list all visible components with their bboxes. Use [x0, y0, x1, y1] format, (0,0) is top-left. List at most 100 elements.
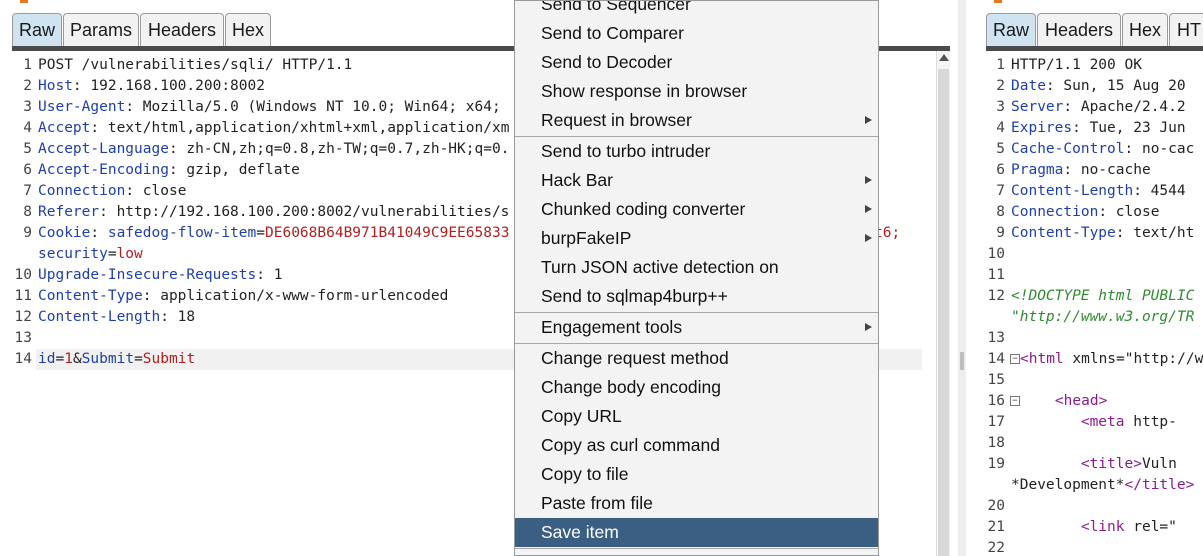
menu-item-save-entire-history[interactable]: Save entire history: [515, 549, 878, 555]
line-code: Cookie: safedog-flow-item=DE6068B64B971B…: [38, 223, 509, 244]
menu-item-save-item[interactable]: Save item: [515, 518, 878, 547]
line-number: 13: [14, 330, 32, 346]
code-token: <html: [1020, 351, 1064, 367]
menu-item-label: Turn JSON active detection on: [541, 257, 779, 277]
menu-item-paste-from-file[interactable]: Paste from file: [515, 489, 878, 518]
code-token: : 18: [160, 309, 196, 325]
code-token: "http://www.w3.org/TR: [1011, 309, 1195, 325]
code-token: Connection: [1011, 204, 1099, 220]
menu-item-turn-json-active-detection-on[interactable]: Turn JSON active detection on: [515, 253, 878, 282]
tab-raw[interactable]: Raw: [986, 13, 1036, 47]
menu-item-copy-as-curl-command[interactable]: Copy as curl command: [515, 431, 878, 460]
tab-ht[interactable]: HT: [1169, 13, 1203, 47]
scrollbar-thumb[interactable]: [938, 69, 949, 556]
code-token: rel=": [1124, 519, 1177, 535]
line-number: 1: [996, 57, 1005, 73]
submenu-arrow-icon: [865, 234, 872, 242]
scroll-up-arrow-icon[interactable]: [939, 54, 949, 61]
line-code: <link rel=": [1011, 517, 1177, 538]
response-tab-bar: Raw Headers Hex HT: [986, 13, 1203, 47]
menu-item-label: Change request method: [541, 348, 729, 368]
code-line: 2 Date: Sun, 15 Aug 20: [983, 76, 1203, 97]
code-token: : text/ht: [1115, 225, 1195, 241]
menu-item-send-to-comparer[interactable]: Send to Comparer: [515, 19, 878, 48]
line-number: 17: [987, 414, 1005, 430]
line-code: Content-Length: 4544: [1011, 181, 1186, 202]
submenu-arrow-icon: [865, 176, 872, 184]
code-token: : zh-CN,zh;q=0.8,zh-TW;q=0.7,zh-HK;q=0.: [168, 141, 510, 157]
submenu-arrow-icon: [865, 323, 872, 331]
menu-item-show-response-in-browser[interactable]: Show response in browser: [515, 77, 878, 106]
line-number: 20: [987, 498, 1005, 514]
response-editor[interactable]: 1 HTTP/1.1 200 OK 2 Date: Sun, 15 Aug 20 3 Se…: [983, 51, 1203, 556]
code-token: <title>: [1080, 456, 1142, 472]
fold-toggle-icon[interactable]: −: [1010, 354, 1020, 364]
line-code: security=low: [38, 244, 143, 265]
menu-item-engagement-tools[interactable]: Engagement tools: [515, 313, 878, 342]
line-number: 8: [996, 204, 1005, 220]
menu-item-label: Save item: [541, 522, 619, 542]
tab-headers[interactable]: Headers: [1037, 13, 1121, 47]
menu-item-send-to-decoder[interactable]: Send to Decoder: [515, 48, 878, 77]
code-token: : http://192.168.100.200:8002/vulnerabil…: [99, 204, 510, 220]
tab-hex[interactable]: Hex: [225, 13, 271, 47]
code-token: Content-Length: [38, 309, 161, 325]
code-line: "http://www.w3.org/TR: [983, 307, 1203, 328]
menu-item-label: Paste from file: [541, 493, 653, 513]
line-number: 7: [23, 183, 32, 199]
line-code: Connection: close: [1011, 202, 1159, 223]
code-token: Accept-Language: [38, 141, 169, 157]
panel-splitter[interactable]: [958, 0, 966, 556]
code-token: Host: [38, 78, 73, 94]
line-number: 11: [987, 267, 1005, 283]
menu-item-label: Change body encoding: [541, 377, 722, 397]
menu-item-send-to-sequencer[interactable]: Send to Sequencer: [515, 1, 878, 19]
menu-item-request-in-browser[interactable]: Request in browser: [515, 106, 878, 135]
line-number: 21: [987, 519, 1005, 535]
line-code: Expires: Tue, 23 Jun: [1011, 118, 1186, 139]
code-token: Server: [1011, 99, 1064, 115]
menu-item-hack-bar[interactable]: Hack Bar: [515, 166, 878, 195]
tab-params[interactable]: Params: [63, 13, 139, 47]
code-token: =: [55, 351, 65, 367]
tab-headers[interactable]: Headers: [140, 13, 224, 47]
menu-item-send-to-turbo-intruder[interactable]: Send to turbo intruder: [515, 137, 878, 166]
menu-item-change-request-method[interactable]: Change request method: [515, 344, 878, 373]
line-number: 12: [14, 309, 32, 325]
menu-item-chunked-coding-converter[interactable]: Chunked coding converter: [515, 195, 878, 224]
line-number: 10: [14, 267, 32, 283]
menu-item-send-to-sqlmap4burp[interactable]: Send to sqlmap4burp++: [515, 282, 878, 311]
tab-hex[interactable]: Hex: [1122, 13, 1168, 47]
code-line: 15: [983, 370, 1203, 391]
line-code: Connection: close: [38, 181, 186, 202]
code-token: <head>: [1054, 393, 1108, 409]
menu-item-change-body-encoding[interactable]: Change body encoding: [515, 373, 878, 402]
code-token: Submit: [142, 351, 196, 367]
line-number: 10: [987, 246, 1005, 262]
fold-toggle-icon[interactable]: −: [1010, 396, 1020, 406]
code-line: 6 Pragma: no-cache: [983, 160, 1203, 181]
line-code: Content-Type: text/ht: [1011, 223, 1194, 244]
menu-item-copy-url[interactable]: Copy URL: [515, 402, 878, 431]
code-token: Pragma: [1011, 162, 1064, 178]
line-number: 14: [14, 351, 32, 367]
code-token: : 192.168.100.200:8002: [72, 78, 265, 94]
line-number: 4: [996, 120, 1005, 136]
code-token: *Development*: [1011, 477, 1125, 493]
menu-item-label: Copy to file: [541, 464, 629, 484]
menu-item-burpfakeip[interactable]: burpFakeIP: [515, 224, 878, 253]
line-number: 15: [987, 372, 1005, 388]
code-line: 16− <head>: [983, 391, 1203, 412]
menu-item-copy-to-file[interactable]: Copy to file: [515, 460, 878, 489]
tab-raw[interactable]: Raw: [12, 13, 62, 47]
request-scrollbar[interactable]: [936, 51, 950, 556]
code-line: 1 HTTP/1.1 200 OK: [983, 55, 1203, 76]
line-code: Content-Length: 18: [38, 307, 195, 328]
splitter-grip[interactable]: [960, 352, 964, 370]
code-token: safedog-flow-item: [107, 225, 257, 241]
code-token: xmlns="http://w: [1063, 351, 1203, 367]
code-token: HTTP/1.1 200 OK: [1011, 57, 1142, 73]
response-accent: [994, 0, 1002, 3]
